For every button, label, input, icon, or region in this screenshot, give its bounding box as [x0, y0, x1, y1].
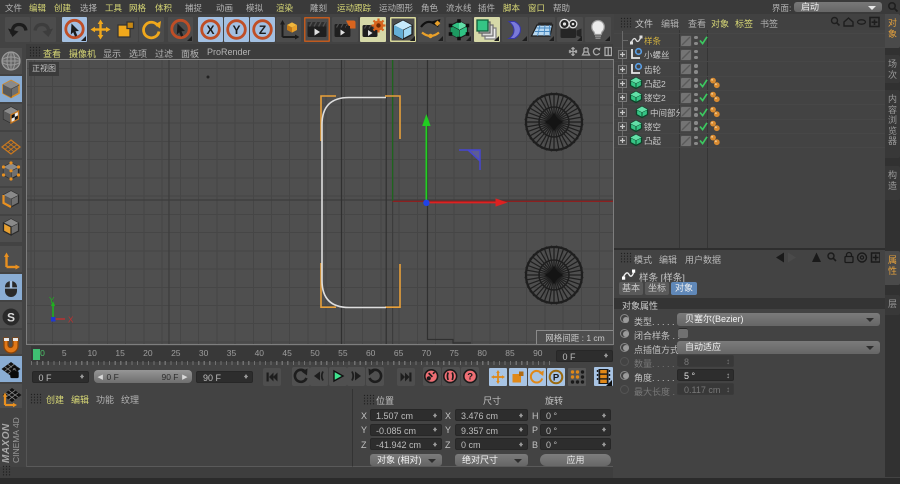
- svg-text:Y: Y: [232, 23, 240, 37]
- svg-text:?: ?: [467, 372, 473, 383]
- svg-text:X: X: [68, 316, 74, 325]
- svg-text:P: P: [553, 373, 560, 384]
- svg-text:Z: Z: [259, 23, 266, 37]
- svg-text:Y: Y: [49, 296, 55, 305]
- svg-text:S: S: [7, 311, 15, 325]
- svg-text:X: X: [207, 23, 215, 37]
